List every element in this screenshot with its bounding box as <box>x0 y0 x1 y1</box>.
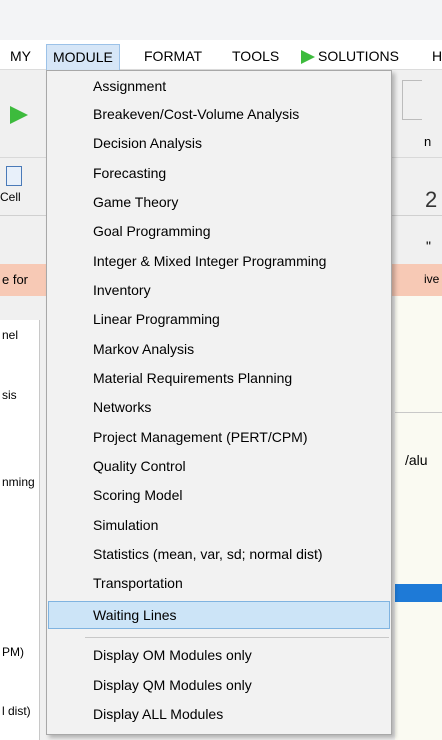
toolbar-icon-right[interactable] <box>402 80 422 120</box>
menu-item-transportation[interactable]: Transportation <box>48 569 390 597</box>
menu-solutions-label: SOLUTIONS <box>318 48 399 64</box>
menu-item-networks[interactable]: Networks <box>48 393 390 421</box>
menu-bar: MY MODULE FORMAT TOOLS SOLUTIONS H <box>0 40 442 71</box>
run-arrow-icon[interactable] <box>8 104 30 126</box>
large-number: 2 <box>425 187 438 212</box>
instruction-text-left: e for <box>2 272 29 287</box>
menu-item-markov-analysis[interactable]: Markov Analysis <box>48 335 390 363</box>
menu-item-inventory[interactable]: Inventory <box>48 276 390 304</box>
tree-item-analysis[interactable]: sis <box>2 388 17 402</box>
menu-item-mrp[interactable]: Material Requirements Planning <box>48 364 390 392</box>
menu-format[interactable]: FORMAT <box>144 44 202 68</box>
menu-item-game-theory[interactable]: Game Theory <box>48 188 390 216</box>
menu-my[interactable]: MY <box>10 44 31 68</box>
grid-cell-icon[interactable] <box>6 166 22 186</box>
menu-solutions[interactable]: SOLUTIONS <box>300 44 399 68</box>
tree-item-panel[interactable]: nel <box>2 328 18 342</box>
right-quote: " <box>426 238 431 254</box>
menu-item-quality-control[interactable]: Quality Control <box>48 452 390 480</box>
menu-item-display-om[interactable]: Display OM Modules only <box>48 641 390 669</box>
menu-item-integer-programming[interactable]: Integer & Mixed Integer Programming <box>48 247 390 275</box>
menu-module[interactable]: MODULE <box>46 44 120 71</box>
menu-item-assignment[interactable]: Assignment <box>48 72 390 100</box>
cell-label: Cell <box>0 190 21 204</box>
module-tree-panel <box>0 320 40 740</box>
menu-item-project-management[interactable]: Project Management (PERT/CPM) <box>48 423 390 451</box>
play-icon <box>301 50 315 65</box>
selected-row[interactable] <box>395 584 442 602</box>
tree-item-pert[interactable]: PM) <box>2 645 24 659</box>
instruction-text-right: ive <box>424 272 440 286</box>
title-bar <box>0 0 442 40</box>
panel-divider <box>395 412 442 413</box>
menu-item-waiting-lines[interactable]: Waiting Lines <box>48 601 390 629</box>
menu-item-decision-analysis[interactable]: Decision Analysis <box>48 129 390 157</box>
tree-item-stats[interactable]: l dist) <box>2 704 31 718</box>
menu-item-goal-programming[interactable]: Goal Programming <box>48 217 390 245</box>
menu-item-linear-programming[interactable]: Linear Programming <box>48 305 390 333</box>
value-header: /alu <box>405 452 428 468</box>
data-panel <box>395 296 442 740</box>
menu-item-scoring-model[interactable]: Scoring Model <box>48 481 390 509</box>
menu-item-forecasting[interactable]: Forecasting <box>48 159 390 187</box>
menu-tools[interactable]: TOOLS <box>232 44 279 68</box>
menu-item-breakeven[interactable]: Breakeven/Cost-Volume Analysis <box>48 100 390 128</box>
menu-item-statistics[interactable]: Statistics (mean, var, sd; normal dist) <box>48 540 390 568</box>
menu-separator <box>85 637 389 638</box>
right-letter-n: n <box>424 134 432 149</box>
menu-item-simulation[interactable]: Simulation <box>48 511 390 539</box>
tree-item-programming[interactable]: nming <box>2 475 35 489</box>
module-dropdown: Assignment Breakeven/Cost-Volume Analysi… <box>46 70 392 735</box>
menu-help[interactable]: H <box>432 44 442 68</box>
menu-item-display-qm[interactable]: Display QM Modules only <box>48 671 390 699</box>
menu-item-display-all[interactable]: Display ALL Modules <box>48 700 390 728</box>
